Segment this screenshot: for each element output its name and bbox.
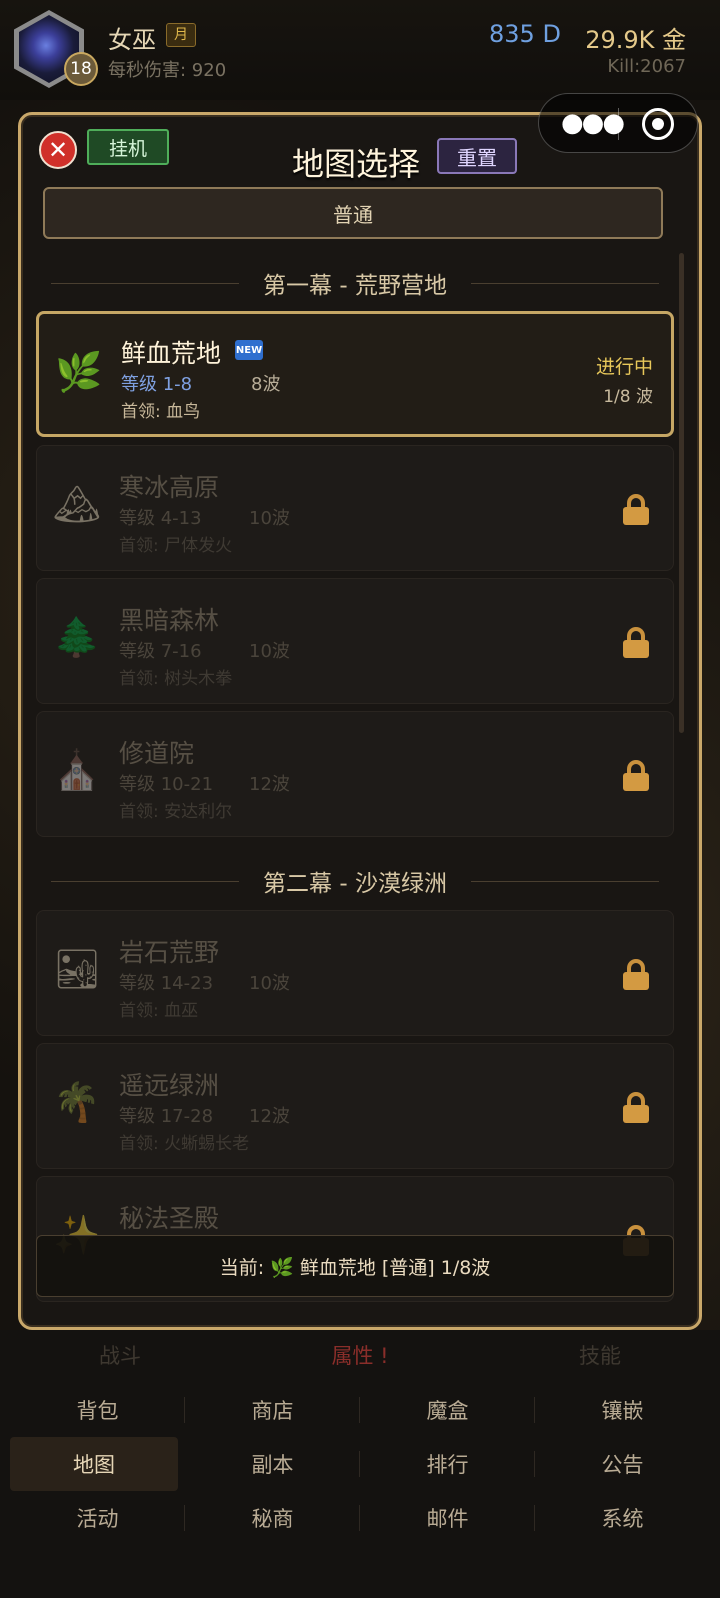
map-card[interactable]: 🌲 黑暗森林 等级 7-16 10波 首领: 树头木拳 bbox=[36, 578, 674, 704]
nav-ranking[interactable]: 排行 bbox=[360, 1437, 535, 1491]
lock-icon bbox=[623, 959, 649, 990]
new-badge: NEW bbox=[235, 340, 263, 360]
diamond-count: 835 D bbox=[489, 20, 561, 48]
nav-map[interactable]: 地图 bbox=[10, 1437, 178, 1491]
nav-secret-shop[interactable]: 秘商 bbox=[185, 1491, 360, 1545]
nav-row: 地图 副本 排行 公告 bbox=[10, 1437, 710, 1491]
nav-bag[interactable]: 背包 bbox=[10, 1383, 185, 1437]
map-name: 岩石荒野 bbox=[119, 938, 220, 967]
map-level: 等级 1-8 bbox=[121, 374, 193, 395]
act-header: 第一幕 - 荒野营地 bbox=[51, 263, 660, 303]
status-bar: 18 女巫 月 每秒伤害: 920 835 D 29.9K 金 Kill:206… bbox=[0, 0, 720, 102]
nav-socket[interactable]: 镶嵌 bbox=[535, 1383, 710, 1437]
map-waves: 10波 bbox=[249, 508, 290, 529]
map-card[interactable]: ⛪ 修道院 等级 10-21 12波 首领: 安达利尔 bbox=[36, 711, 674, 837]
map-level: 等级 4-13 bbox=[119, 508, 202, 529]
title-tag: 月 bbox=[166, 23, 196, 47]
map-name: 鲜血荒地 bbox=[121, 339, 222, 368]
reset-button[interactable]: 重置 bbox=[437, 138, 517, 174]
map-select-modal: ✕ 挂机 地图选择 重置 普通 第一幕 - 荒野营地 🌿 鲜血荒地 NEW 等级… bbox=[18, 112, 702, 1330]
mountain-icon: 🏔 bbox=[53, 482, 102, 526]
map-card[interactable]: 🏜 岩石荒野 等级 14-23 10波 首领: 血巫 bbox=[36, 910, 674, 1036]
act-title: 第二幕 - 沙漠绿洲 bbox=[263, 871, 447, 897]
bottom-nav: 战斗 属性 ! 技能 背包 商店 魔盒 镶嵌 地图 副本 排行 公告 活动 秘商… bbox=[0, 1330, 720, 1598]
nav-dungeon[interactable]: 副本 bbox=[185, 1437, 360, 1491]
tab-attributes[interactable]: 属性 ! bbox=[240, 1330, 480, 1380]
close-miniprogram-icon[interactable] bbox=[642, 108, 674, 140]
nav-shop[interactable]: 商店 bbox=[185, 1383, 360, 1437]
map-status: 进行中 bbox=[595, 356, 653, 378]
palm-icon: 🌴 bbox=[53, 1080, 101, 1124]
map-waves: 10波 bbox=[249, 973, 290, 994]
dps-readout: 每秒伤害: 920 bbox=[108, 60, 227, 81]
map-waves: 10波 bbox=[249, 641, 290, 662]
map-level: 等级 7-16 bbox=[119, 641, 202, 662]
tree-icon: 🌲 bbox=[53, 615, 101, 659]
map-boss: 首领: 火蜥蜴长老 bbox=[119, 1134, 250, 1154]
nav-mail[interactable]: 邮件 bbox=[360, 1491, 535, 1545]
map-waves: 12波 bbox=[249, 1106, 290, 1127]
map-waves: 12波 bbox=[249, 774, 290, 795]
map-boss: 首领: 树头木拳 bbox=[119, 669, 233, 689]
map-level: 等级 17-28 bbox=[119, 1106, 214, 1127]
nav-system[interactable]: 系统 bbox=[535, 1491, 710, 1545]
map-name: 遥远绿洲 bbox=[119, 1071, 220, 1100]
gold-count: 29.9K 金 bbox=[585, 26, 686, 54]
player-name: 女巫 bbox=[108, 26, 156, 54]
nav-magic-box[interactable]: 魔盒 bbox=[360, 1383, 535, 1437]
map-boss: 首领: 血鸟 bbox=[121, 402, 201, 422]
more-menu-icon[interactable]: ●●● bbox=[561, 108, 625, 138]
map-level: 等级 14-23 bbox=[119, 973, 214, 994]
map-boss: 首领: 血巫 bbox=[119, 1001, 199, 1021]
scrollbar[interactable] bbox=[679, 253, 684, 733]
map-boss: 首领: 尸体发火 bbox=[119, 536, 233, 556]
map-progress: 1/8 波 bbox=[603, 387, 653, 407]
map-name: 秘法圣殿 bbox=[119, 1204, 220, 1233]
lock-icon bbox=[623, 627, 649, 658]
level-badge: 18 bbox=[64, 52, 98, 86]
map-card[interactable]: 🌿 鲜血荒地 NEW 等级 1-8 8波 首领: 血鸟 进行中 1/8 波 bbox=[36, 311, 674, 437]
nav-events[interactable]: 活动 bbox=[10, 1491, 185, 1545]
kill-count: Kill:2067 bbox=[607, 56, 686, 77]
map-card[interactable]: 🏔 寒冰高原 等级 4-13 10波 首领: 尸体发火 bbox=[36, 445, 674, 571]
map-level: 等级 10-21 bbox=[119, 774, 214, 795]
difficulty-selector[interactable]: 普通 bbox=[43, 187, 663, 239]
map-name: 修道院 bbox=[119, 739, 195, 768]
map-name: 黑暗森林 bbox=[119, 606, 220, 635]
current-map-bar: 当前: 🌿 鲜血荒地 [普通] 1/8波 bbox=[36, 1235, 674, 1297]
tab-battle[interactable]: 战斗 bbox=[0, 1330, 240, 1380]
capsule-divider bbox=[618, 108, 619, 140]
herb-icon: 🌿 bbox=[55, 350, 103, 394]
lock-icon bbox=[623, 494, 649, 525]
act-title: 第一幕 - 荒野营地 bbox=[263, 273, 447, 299]
map-name: 寒冰高原 bbox=[119, 473, 220, 502]
act-header: 第二幕 - 沙漠绿洲 bbox=[51, 861, 660, 901]
nav-row: 背包 商店 魔盒 镶嵌 bbox=[10, 1383, 710, 1437]
lock-icon bbox=[623, 760, 649, 791]
map-card[interactable]: 🌴 遥远绿洲 等级 17-28 12波 首领: 火蜥蜴长老 bbox=[36, 1043, 674, 1169]
desert-icon: 🏜 bbox=[53, 947, 102, 991]
lock-icon bbox=[623, 1092, 649, 1123]
nav-notice[interactable]: 公告 bbox=[535, 1437, 710, 1491]
nav-row: 活动 秘商 邮件 系统 bbox=[10, 1491, 710, 1545]
miniprogram-capsule: ●●● bbox=[538, 93, 698, 153]
tab-skills[interactable]: 技能 bbox=[480, 1330, 720, 1380]
map-waves: 8波 bbox=[251, 374, 281, 395]
map-boss: 首领: 安达利尔 bbox=[119, 802, 233, 822]
main-tabs: 战斗 属性 ! 技能 bbox=[0, 1330, 720, 1380]
church-icon: ⛪ bbox=[53, 748, 101, 792]
